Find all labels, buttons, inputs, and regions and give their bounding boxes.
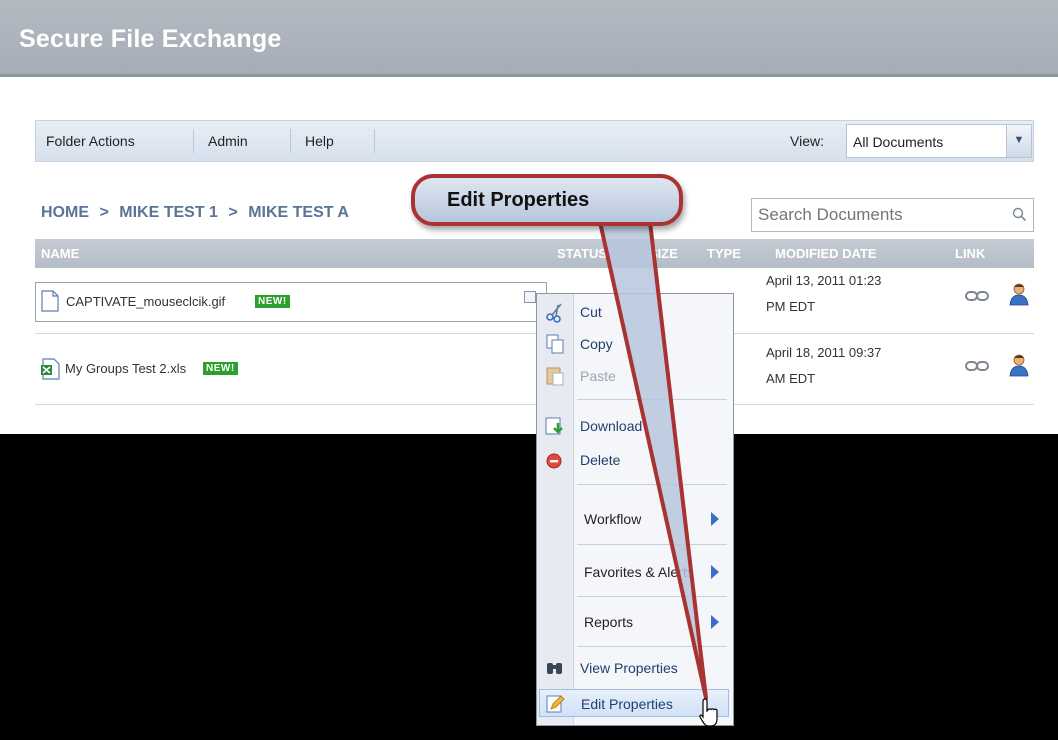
menu-item-view-properties[interactable]: View Properties xyxy=(537,654,733,682)
submenu-arrow-icon xyxy=(711,512,719,526)
scissors-icon xyxy=(546,303,562,323)
search-box xyxy=(751,198,1034,232)
edit-icon xyxy=(546,695,565,713)
breadcrumb-mike-test-a[interactable]: MIKE TEST A xyxy=(248,204,349,221)
menu-toggle-icon[interactable] xyxy=(524,291,536,303)
file-cell[interactable]: CAPTIVATE_mouseclcik.gif NEW! xyxy=(35,282,547,322)
admin-menu[interactable]: Admin xyxy=(208,133,248,149)
new-badge: NEW! xyxy=(255,295,290,308)
column-status[interactable]: STATUS xyxy=(557,246,607,261)
binoculars-icon xyxy=(547,663,562,674)
toolbar: Folder Actions Admin Help View: All Docu… xyxy=(35,120,1034,162)
app-title: Secure File Exchange xyxy=(19,25,282,53)
chevron-down-icon[interactable]: ▼ xyxy=(1006,125,1031,157)
link-icon[interactable] xyxy=(965,289,989,303)
download-icon xyxy=(545,417,563,435)
table-row[interactable]: My Groups Test 2.xls NEW! April 18, 2011… xyxy=(35,334,1034,405)
view-label: View: xyxy=(790,133,824,149)
column-type[interactable]: TYPE xyxy=(707,246,741,261)
folder-actions-menu[interactable]: Folder Actions xyxy=(46,133,135,149)
breadcrumb-home[interactable]: HOME xyxy=(41,204,89,221)
menu-separator xyxy=(577,544,727,545)
menu-item-paste[interactable]: Paste xyxy=(537,362,733,390)
menu-item-reports[interactable]: Reports xyxy=(537,608,733,636)
search-input[interactable] xyxy=(752,199,1002,231)
table-header: NAME STATUS SIZE TYPE MODIFIED DATE LINK xyxy=(35,239,1034,268)
context-menu: Cut Copy Paste Download Delete Workflow xyxy=(536,293,734,726)
menu-item-favorites-alerts[interactable]: Favorites & Alerts xyxy=(537,558,733,586)
menu-item-label: View Properties xyxy=(580,660,678,676)
delete-icon xyxy=(546,453,562,469)
hand-cursor-icon xyxy=(699,698,718,727)
menu-item-label: Reports xyxy=(584,614,634,630)
column-name[interactable]: NAME xyxy=(41,246,79,261)
callout-text: Edit Properties xyxy=(447,189,590,211)
new-badge: NEW! xyxy=(203,362,238,375)
toolbar-separator xyxy=(374,129,375,153)
menu-item-label: Workflow xyxy=(584,511,642,527)
column-link[interactable]: LINK xyxy=(955,246,985,261)
submenu-arrow-icon xyxy=(711,565,719,579)
menu-item-label: Delete xyxy=(580,452,621,468)
menu-item-cut[interactable]: Cut xyxy=(537,298,733,326)
menu-item-delete[interactable]: Delete xyxy=(537,446,733,474)
app-header: Secure File Exchange xyxy=(0,0,1058,77)
paste-icon xyxy=(546,367,564,386)
submenu-arrow-icon xyxy=(711,615,719,629)
menu-separator xyxy=(577,596,727,597)
modified-date-line2: PM EDT xyxy=(766,299,816,314)
column-modified-date[interactable]: MODIFIED DATE xyxy=(775,246,877,261)
table-row[interactable]: CAPTIVATE_mouseclcik.gif NEW! April 13, … xyxy=(35,268,1034,334)
toolbar-separator xyxy=(290,129,291,153)
breadcrumb-mike-test-1[interactable]: MIKE TEST 1 xyxy=(119,204,218,221)
modified-date: April 18, 2011 09:37 AM EDT xyxy=(766,340,881,392)
menu-separator xyxy=(577,484,727,485)
menu-item-label: Cut xyxy=(580,304,602,320)
user-icon[interactable] xyxy=(1008,282,1030,306)
user-icon[interactable] xyxy=(1008,353,1030,377)
view-select[interactable]: All Documents ▼ xyxy=(846,124,1032,158)
modified-date-line2: AM EDT xyxy=(766,371,816,386)
modified-date-line1: April 13, 2011 01:23 xyxy=(766,273,882,288)
excel-file-icon xyxy=(41,358,60,380)
menu-item-copy[interactable]: Copy xyxy=(537,330,733,358)
link-icon[interactable] xyxy=(965,359,989,373)
file-name[interactable]: CAPTIVATE_mouseclcik.gif xyxy=(66,294,225,309)
column-size[interactable]: SIZE xyxy=(649,246,678,261)
file-name[interactable]: My Groups Test 2.xls xyxy=(65,361,186,376)
breadcrumb-separator: > xyxy=(228,204,238,221)
view-select-value: All Documents xyxy=(853,134,944,150)
menu-separator xyxy=(577,646,727,647)
menu-item-label: Edit Properties xyxy=(581,696,673,712)
menu-item-download[interactable]: Download xyxy=(537,412,733,440)
file-cell[interactable]: My Groups Test 2.xls NEW! xyxy=(35,350,515,388)
menu-item-workflow[interactable]: Workflow xyxy=(537,505,733,533)
toolbar-separator xyxy=(193,129,194,153)
menu-item-label: Copy xyxy=(580,336,613,352)
menu-item-label: Download xyxy=(580,418,643,434)
search-icon[interactable] xyxy=(1011,206,1029,224)
menu-item-label: Paste xyxy=(580,368,616,384)
callout-bubble: Edit Properties xyxy=(411,174,683,226)
breadcrumb: HOME > MIKE TEST 1 > MIKE TEST A xyxy=(41,204,355,222)
breadcrumb-separator: > xyxy=(99,204,109,221)
menu-separator xyxy=(577,399,727,400)
modified-date-line1: April 18, 2011 09:37 xyxy=(766,345,882,360)
gif-file-icon xyxy=(41,290,59,312)
copy-icon xyxy=(546,334,564,354)
modified-date: April 13, 2011 01:23 PM EDT xyxy=(766,268,881,320)
menu-item-label: Favorites & Alerts xyxy=(584,564,694,580)
dark-overlay xyxy=(0,434,1058,740)
help-menu[interactable]: Help xyxy=(305,133,334,149)
